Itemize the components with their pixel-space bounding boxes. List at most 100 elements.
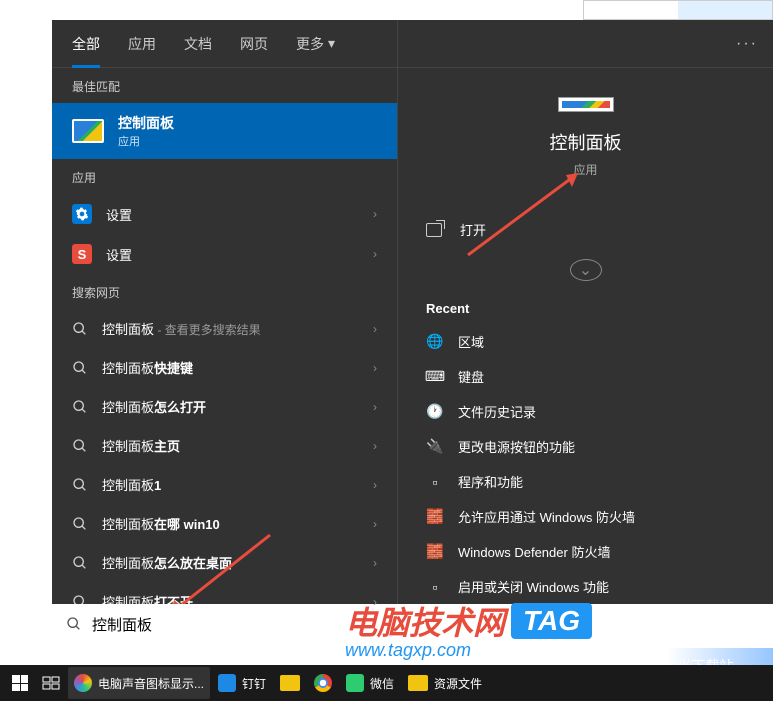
taskbar-app-dingtalk[interactable]: 钉钉 [212,667,272,699]
taskbar: 电脑声音图标显示... 钉钉 微信 资源文件 [0,665,773,701]
app-row-settings-2[interactable]: S 设置 › [52,234,397,274]
best-match-subtitle: 应用 [118,133,174,149]
recent-list: 🌐区域 ⌨键盘 🕐 文件历史记录 🔌 更改电源按钮的功能 ▫程序和功能 🧱 允许应用通… [398,324,773,604]
web-search-row[interactable]: 控制面板在哪 win10 › [52,504,397,543]
taskbar-label: 微信 [370,675,394,692]
search-label: 控制面板1 [102,475,359,494]
dingtalk-icon [218,674,236,692]
recent-header: Recent [398,293,497,324]
recent-label: 更改电源按钮的功能 [458,437,575,456]
search-icon [72,438,88,454]
recent-label: 启用或关闭 Windows 功能 [458,577,609,596]
chevron-right-icon: › [373,400,377,414]
search-icon [72,555,88,571]
start-button[interactable] [6,667,34,699]
recent-label: Windows Defender 防火墙 [458,542,610,561]
power-icon: 🔌 [426,438,444,456]
chevron-right-icon: › [373,322,377,336]
wechat-icon [346,674,364,692]
programs-icon: ▫ [426,473,444,491]
taskbar-app-folder2[interactable]: 资源文件 [402,667,488,699]
search-icon [72,516,88,532]
taskbar-app-chrome[interactable] [308,667,338,699]
watermark-tag: TAG [511,603,592,639]
recent-item[interactable]: 🧱 允许应用通过 Windows 防火墙 [398,499,773,534]
tab-web[interactable]: 网页 [240,20,268,68]
search-input[interactable] [92,616,340,633]
preview-thumbnail [583,0,773,20]
recent-item[interactable]: ▫启用或关闭 Windows 功能 [398,569,773,604]
gear-icon [72,204,92,224]
search-input-box[interactable] [52,604,354,644]
chrome-icon [314,674,332,692]
taskbar-label: 资源文件 [434,675,482,692]
search-icon [72,360,88,376]
tab-apps[interactable]: 应用 [128,20,156,68]
chevron-right-icon: › [373,478,377,492]
chevron-down-icon: ⌄ [579,260,592,280]
taskbar-label: 钉钉 [242,675,266,692]
recent-item[interactable]: 🕐 文件历史记录 [398,394,773,429]
recent-label: 键盘 [458,367,484,386]
recent-item[interactable]: 🔌 更改电源按钮的功能 [398,429,773,464]
search-label: 控制面板怎么放在桌面 [102,553,359,572]
app-label: 设置 [106,245,359,264]
recent-item[interactable]: ▫程序和功能 [398,464,773,499]
control-panel-icon [72,119,104,143]
globe-icon: 🌐 [426,333,444,351]
web-search-row[interactable]: 控制面板 - 查看更多搜索结果 › [52,309,397,348]
chevron-right-icon: › [373,361,377,375]
open-action[interactable]: 打开 [398,208,773,251]
tab-more-label: 更多 [296,34,324,54]
task-view-icon [42,676,60,690]
web-search-row[interactable]: 控制面板1 › [52,465,397,504]
web-search-row[interactable]: 控制面板怎么打开 › [52,387,397,426]
app-label: 设置 [106,205,359,224]
search-label: 控制面板快捷键 [102,358,359,377]
windows-logo-icon [12,675,28,691]
task-view-button[interactable] [36,667,66,699]
chevron-right-icon: › [373,247,377,261]
detail-subtitle: 应用 [573,161,597,178]
folder-icon [408,675,428,691]
taskbar-app-explorer[interactable] [274,667,306,699]
web-search-row[interactable]: 控制面板主页 › [52,426,397,465]
search-web-header: 搜索网页 [52,274,397,309]
search-icon [72,321,88,337]
chevron-right-icon: › [373,439,377,453]
tab-docs[interactable]: 文档 [184,20,212,68]
tab-more[interactable]: 更多 ▾ [296,20,335,68]
web-search-row[interactable]: 控制面板怎么放在桌面 › [52,543,397,582]
recent-label: 文件历史记录 [458,402,536,421]
best-match-item[interactable]: 控制面板 应用 [52,103,397,159]
recent-item[interactable]: ⌨键盘 [398,359,773,394]
chevron-right-icon: › [373,556,377,570]
recent-item[interactable]: 🌐区域 [398,324,773,359]
taskbar-app-wechat[interactable]: 微信 [340,667,400,699]
search-icon [72,477,88,493]
apps-header: 应用 [52,159,397,194]
search-label: 控制面板主页 [102,436,359,455]
taskbar-label: 电脑声音图标显示... [98,675,204,692]
history-icon: 🕐 [426,403,444,421]
recent-label: 允许应用通过 Windows 防火墙 [458,507,635,526]
details-right-column: 控制面板 应用 打开 ⌄ Recent 🌐区域 ⌨键盘 🕐文件历史记录 🔌更改电… [398,20,773,604]
best-match-header: 最佳匹配 [52,68,397,103]
results-left-column: 最佳匹配 控制面板 应用 应用 设置 › S 设置 › 搜索网页 控制面板 - … [52,20,398,604]
web-search-row[interactable]: 控制面板快捷键 › [52,348,397,387]
best-match-title: 控制面板 [118,113,174,133]
tab-all[interactable]: 全部 [72,20,100,68]
app-row-settings-1[interactable]: 设置 › [52,194,397,234]
recent-item[interactable]: 🧱 Windows Defender 防火墙 [398,534,773,569]
expand-button[interactable]: ⌄ [570,259,602,281]
search-label: 控制面板在哪 win10 [102,514,359,533]
open-label: 打开 [460,220,486,239]
search-label: 控制面板怎么打开 [102,397,359,416]
chevron-right-icon: › [373,207,377,221]
search-icon [72,399,88,415]
defender-icon: 🧱 [426,543,444,561]
actions-list: 打开 [398,208,773,251]
chevron-right-icon: › [373,517,377,531]
taskbar-app[interactable]: 电脑声音图标显示... [68,667,210,699]
firewall-icon: 🧱 [426,508,444,526]
